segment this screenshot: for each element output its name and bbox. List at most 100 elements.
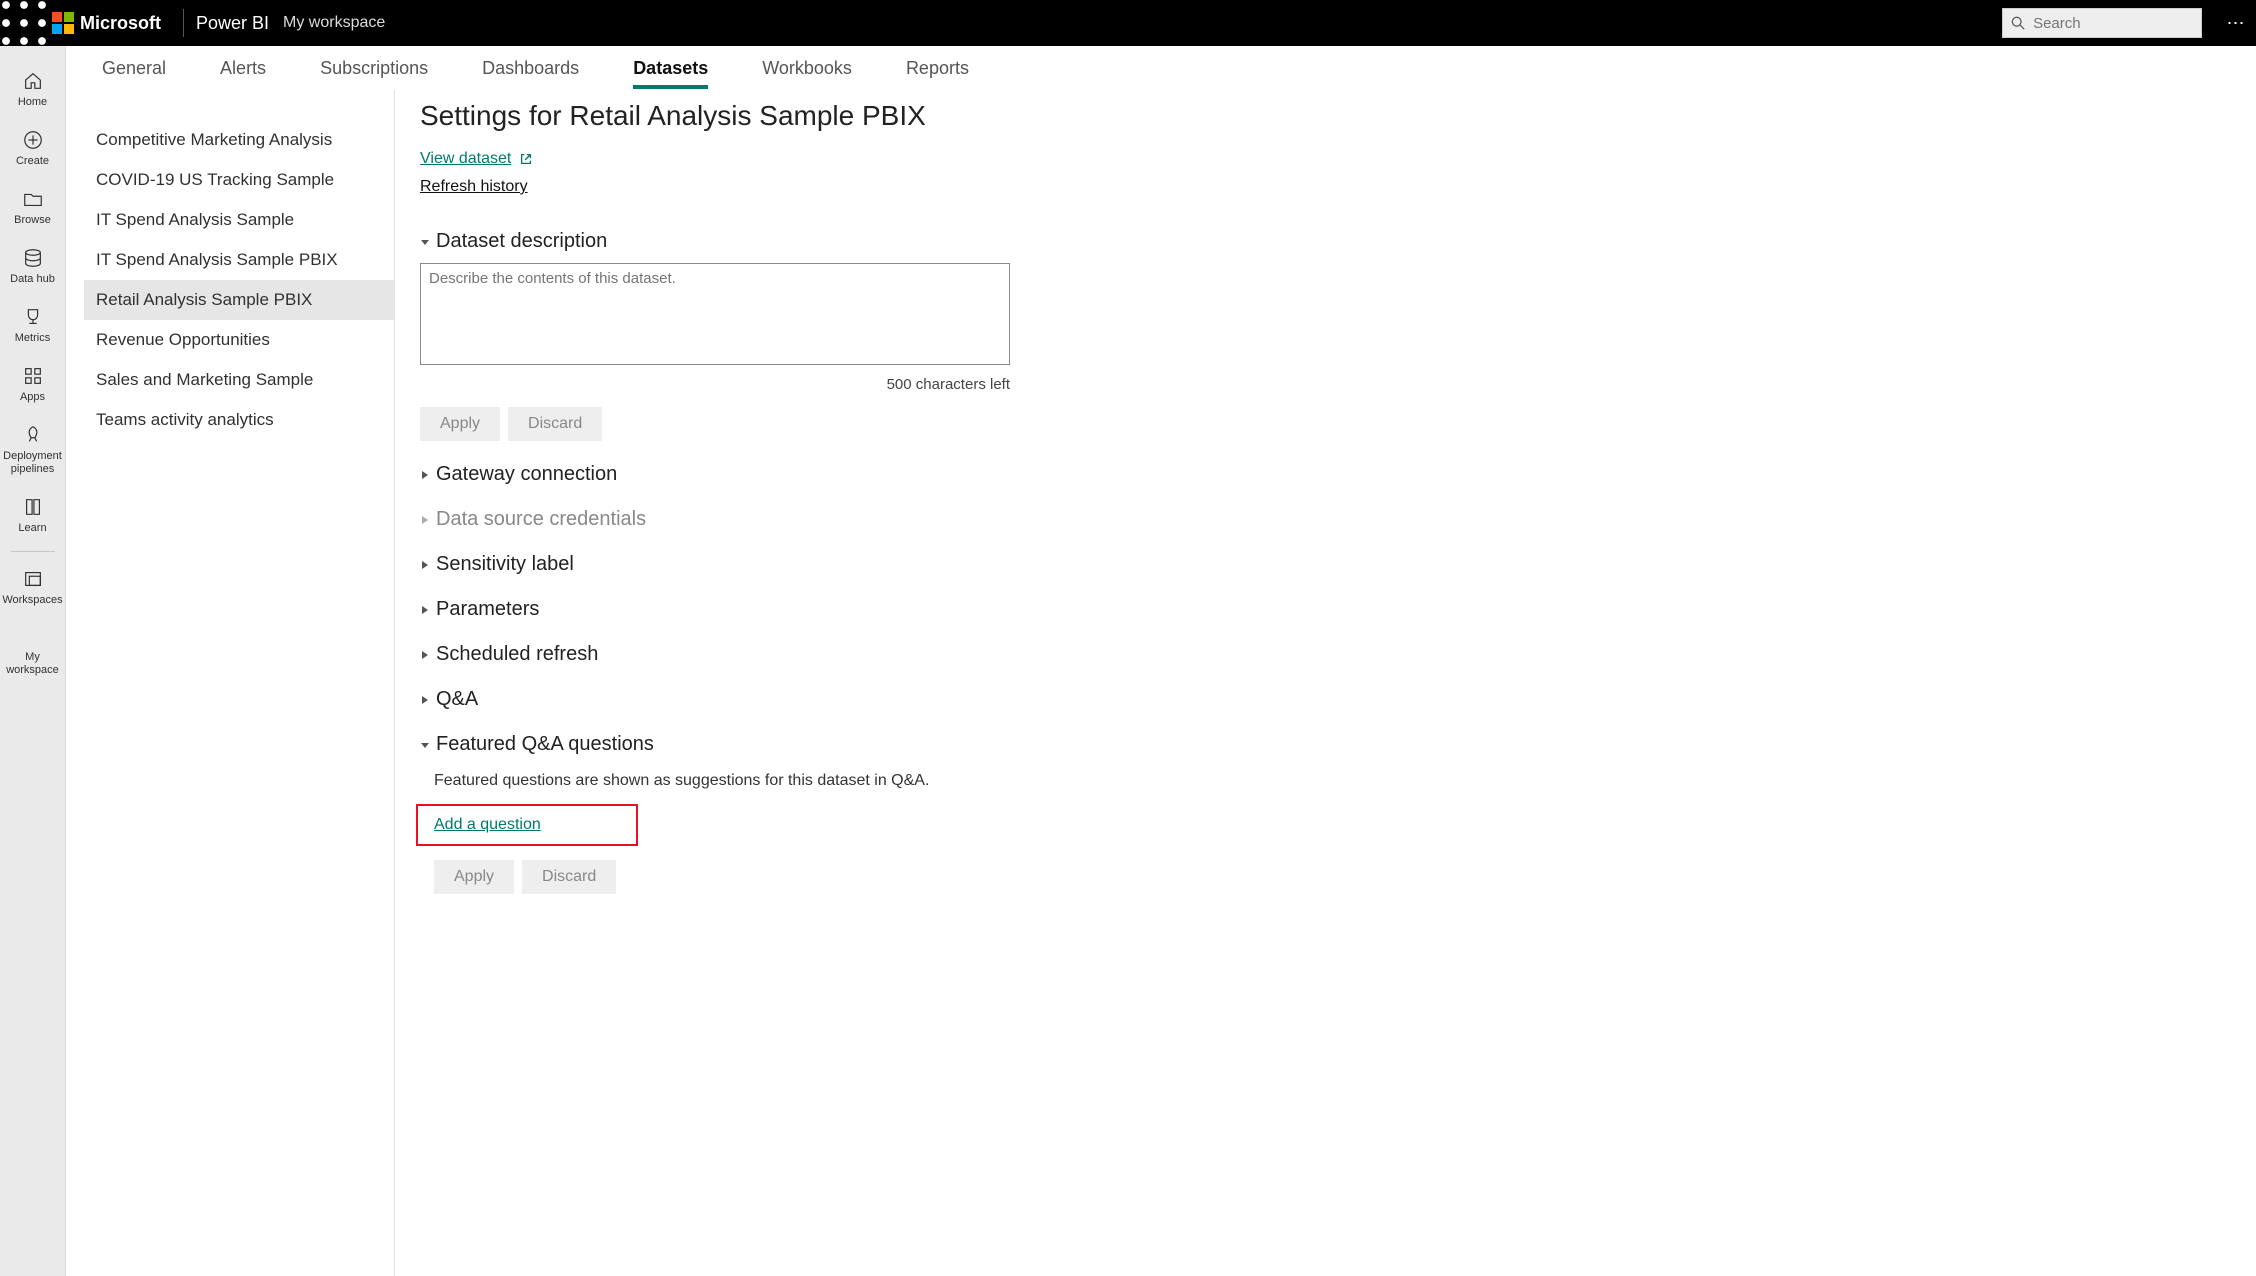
trophy-icon bbox=[22, 306, 44, 328]
dataset-list: Competitive Marketing Analysis COVID-19 … bbox=[84, 120, 394, 440]
caret-down-icon bbox=[420, 230, 432, 253]
dataset-item[interactable]: COVID-19 US Tracking Sample bbox=[84, 160, 394, 200]
nav-home[interactable]: Home bbox=[0, 60, 66, 119]
dataset-item[interactable]: IT Spend Analysis Sample bbox=[84, 200, 394, 240]
nav-label: Deployment pipelines bbox=[3, 450, 62, 476]
left-nav: Home Create Browse Data hub Metrics Apps… bbox=[0, 46, 66, 1276]
caret-right-icon bbox=[420, 508, 432, 531]
nav-datahub[interactable]: Data hub bbox=[0, 237, 66, 296]
caret-right-icon bbox=[420, 643, 432, 666]
rocket-icon bbox=[22, 424, 44, 446]
search-icon bbox=[2011, 15, 2025, 31]
tab-datasets[interactable]: Datasets bbox=[633, 48, 708, 87]
nav-browse[interactable]: Browse bbox=[0, 178, 66, 237]
section-label: Featured Q&A questions bbox=[436, 733, 654, 756]
nav-deployment[interactable]: Deployment pipelines bbox=[0, 414, 66, 486]
section-label: Dataset description bbox=[436, 230, 607, 253]
nav-create[interactable]: Create bbox=[0, 119, 66, 178]
content-area: Settings for Retail Analysis Sample PBIX… bbox=[420, 100, 2196, 894]
refresh-history-link[interactable]: Refresh history bbox=[420, 178, 528, 196]
tab-general[interactable]: General bbox=[102, 48, 166, 87]
section-header-parameters[interactable]: Parameters bbox=[420, 598, 2196, 621]
nav-label: Home bbox=[18, 96, 47, 109]
search-box[interactable] bbox=[2002, 8, 2202, 38]
nav-label: Browse bbox=[14, 214, 51, 227]
section-header-description[interactable]: Dataset description bbox=[420, 230, 2196, 253]
tab-subscriptions[interactable]: Subscriptions bbox=[320, 48, 428, 87]
apply-button[interactable]: Apply bbox=[420, 407, 500, 441]
nav-divider bbox=[11, 551, 55, 552]
dataset-item[interactable]: Revenue Opportunities bbox=[84, 320, 394, 360]
workspaces-icon bbox=[22, 568, 44, 590]
nav-my-workspace[interactable]: My workspace bbox=[0, 637, 66, 687]
nav-label: Metrics bbox=[15, 332, 50, 345]
app-name[interactable]: Power BI bbox=[196, 13, 269, 34]
nav-label: Apps bbox=[20, 391, 45, 404]
add-question-highlight: Add a question bbox=[416, 804, 638, 846]
dataset-item[interactable]: Competitive Marketing Analysis bbox=[84, 120, 394, 160]
dataset-item[interactable]: Sales and Marketing Sample bbox=[84, 360, 394, 400]
section-header-featured[interactable]: Featured Q&A questions bbox=[420, 733, 2196, 756]
section-label: Gateway connection bbox=[436, 463, 617, 486]
apps-icon bbox=[22, 365, 44, 387]
caret-right-icon bbox=[420, 463, 432, 486]
database-icon bbox=[22, 247, 44, 269]
microsoft-label: Microsoft bbox=[80, 13, 161, 34]
nav-label: Create bbox=[16, 155, 49, 168]
search-input[interactable] bbox=[2033, 15, 2193, 32]
settings-tabs: General Alerts Subscriptions Dashboards … bbox=[66, 46, 2256, 90]
folder-icon bbox=[22, 188, 44, 210]
tab-dashboards[interactable]: Dashboards bbox=[482, 48, 579, 87]
home-icon bbox=[22, 70, 44, 92]
description-textarea[interactable] bbox=[420, 263, 1010, 365]
section-header-scheduled[interactable]: Scheduled refresh bbox=[420, 643, 2196, 666]
book-icon bbox=[22, 496, 44, 518]
featured-description: Featured questions are shown as suggesti… bbox=[434, 772, 2196, 790]
view-dataset-link[interactable]: View dataset bbox=[420, 150, 511, 168]
discard-button[interactable]: Discard bbox=[522, 860, 616, 894]
apply-button[interactable]: Apply bbox=[434, 860, 514, 894]
nav-learn[interactable]: Learn bbox=[0, 486, 66, 545]
caret-right-icon bbox=[420, 688, 432, 711]
plus-circle-icon bbox=[22, 129, 44, 151]
add-question-link[interactable]: Add a question bbox=[434, 816, 541, 833]
section-header-gateway[interactable]: Gateway connection bbox=[420, 463, 2196, 486]
breadcrumb[interactable]: My workspace bbox=[283, 14, 385, 32]
nav-label: Workspaces bbox=[2, 594, 62, 607]
caret-right-icon bbox=[420, 553, 432, 576]
nav-label: Data hub bbox=[10, 273, 55, 286]
section-label: Sensitivity label bbox=[436, 553, 574, 576]
section-label: Scheduled refresh bbox=[436, 643, 598, 666]
nav-label: Learn bbox=[18, 522, 46, 535]
more-options-button[interactable]: ⋯ bbox=[2216, 0, 2256, 46]
microsoft-logo[interactable]: Microsoft bbox=[48, 12, 171, 34]
nav-metrics[interactable]: Metrics bbox=[0, 296, 66, 355]
tab-alerts[interactable]: Alerts bbox=[220, 48, 266, 87]
tab-reports[interactable]: Reports bbox=[906, 48, 969, 87]
section-header-credentials[interactable]: Data source credentials bbox=[420, 508, 2196, 531]
section-label: Parameters bbox=[436, 598, 539, 621]
section-description: Dataset description 500 characters left … bbox=[420, 230, 2196, 441]
microsoft-logo-icon bbox=[52, 12, 74, 34]
char-count: 500 characters left bbox=[420, 376, 1010, 393]
caret-down-icon bbox=[420, 733, 432, 756]
nav-label: My workspace bbox=[6, 651, 59, 677]
nav-workspaces[interactable]: Workspaces bbox=[0, 558, 66, 617]
app-launcher-icon[interactable] bbox=[0, 0, 48, 46]
vertical-divider bbox=[394, 90, 395, 1276]
dataset-item[interactable]: IT Spend Analysis Sample PBIX bbox=[84, 240, 394, 280]
dataset-item-selected[interactable]: Retail Analysis Sample PBIX bbox=[84, 280, 394, 320]
external-link-icon bbox=[519, 152, 533, 166]
divider bbox=[183, 9, 184, 37]
nav-apps[interactable]: Apps bbox=[0, 355, 66, 414]
section-label: Data source credentials bbox=[436, 508, 646, 531]
section-header-qna[interactable]: Q&A bbox=[420, 688, 2196, 711]
tab-workbooks[interactable]: Workbooks bbox=[762, 48, 852, 87]
section-label: Q&A bbox=[436, 688, 478, 711]
page-title: Settings for Retail Analysis Sample PBIX bbox=[420, 100, 2196, 132]
dataset-item[interactable]: Teams activity analytics bbox=[84, 400, 394, 440]
caret-right-icon bbox=[420, 598, 432, 621]
discard-button[interactable]: Discard bbox=[508, 407, 602, 441]
top-header: Microsoft Power BI My workspace ⋯ bbox=[0, 0, 2256, 46]
section-header-sensitivity[interactable]: Sensitivity label bbox=[420, 553, 2196, 576]
